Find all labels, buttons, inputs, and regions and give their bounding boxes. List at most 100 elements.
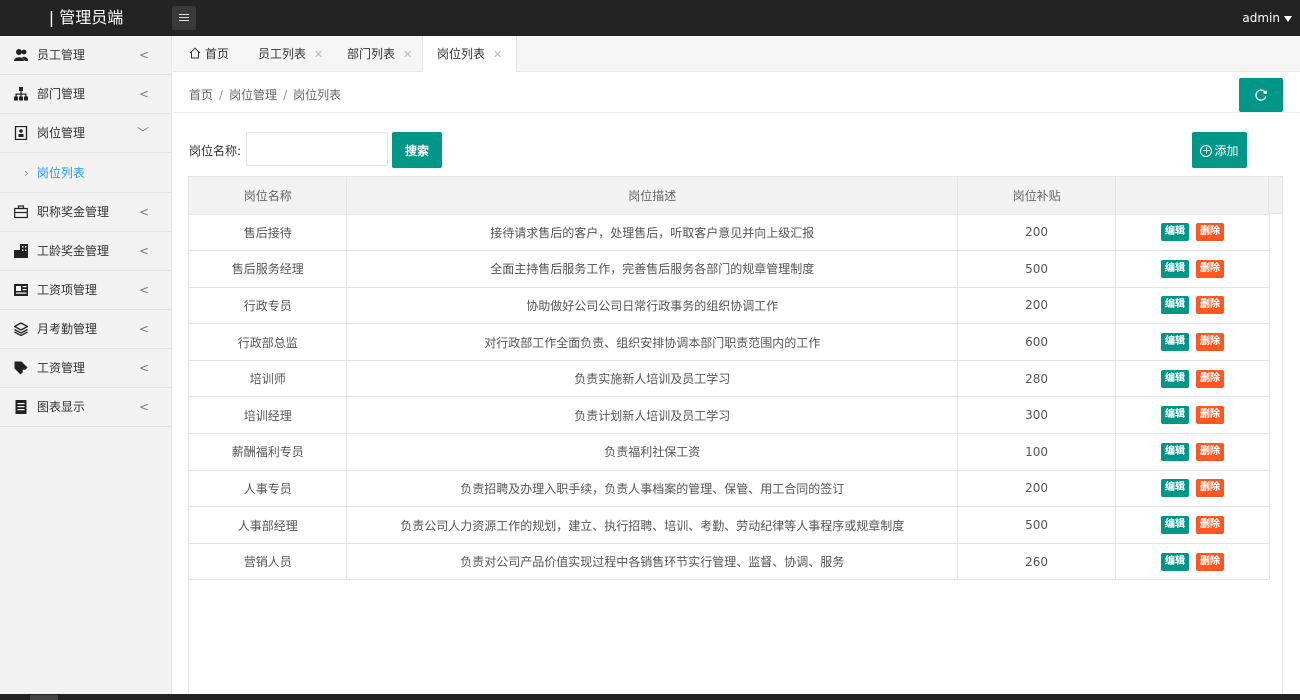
chevron-left-icon: < bbox=[138, 48, 149, 62]
edit-button[interactable]: 编辑 bbox=[1161, 552, 1190, 571]
users-icon bbox=[14, 48, 28, 61]
cell-position-desc: 负责实施新人培训及员工学习 bbox=[346, 360, 959, 398]
header-position-allowance: 岗位补贴 bbox=[957, 177, 1117, 215]
delete-button[interactable]: 删除 bbox=[1196, 552, 1225, 571]
cell-actions: 编辑 删除 bbox=[1115, 433, 1270, 471]
tab-label: 部门列表 bbox=[347, 47, 396, 61]
delete-button[interactable]: 删除 bbox=[1196, 333, 1225, 352]
chevron-left-icon: < bbox=[138, 322, 149, 336]
refresh-button[interactable] bbox=[1239, 78, 1283, 112]
tab-home[interactable]: 首页 bbox=[175, 36, 243, 72]
tab-label: 岗位列表 bbox=[437, 47, 486, 61]
edit-button[interactable]: 编辑 bbox=[1161, 479, 1190, 498]
cell-actions: 编辑 删除 bbox=[1115, 323, 1270, 361]
delete-button[interactable]: 删除 bbox=[1196, 479, 1225, 498]
edit-button[interactable]: 编辑 bbox=[1161, 333, 1190, 352]
edit-button[interactable]: 编辑 bbox=[1161, 369, 1190, 388]
id-card-icon bbox=[14, 125, 28, 140]
user-name: admin bbox=[1242, 11, 1280, 25]
sidebar-item-label: 工资项管理 bbox=[37, 283, 98, 297]
cell-position-desc: 接待请求售后的客户，处理售后，听取客户意见并向上级汇报 bbox=[346, 214, 959, 252]
tab-position-list[interactable]: 岗位列表 ✕ bbox=[422, 36, 518, 73]
sidebar-subitem-position-list[interactable]: › 岗位列表 bbox=[0, 153, 171, 193]
delete-button[interactable]: 删除 bbox=[1196, 296, 1225, 315]
chevron-left-icon: < bbox=[138, 244, 149, 258]
tab-bar: 首页 员工列表 ✕ 部门列表 ✕ 岗位列表 ✕ bbox=[173, 36, 1300, 73]
sidebar-item-label: 月考勤管理 bbox=[37, 322, 98, 336]
sidebar-item-employee[interactable]: 员工管理 < bbox=[0, 36, 171, 75]
cell-position-allowance: 500 bbox=[957, 250, 1117, 288]
chevron-down-icon: ﹀ bbox=[136, 126, 149, 140]
cell-position-allowance: 200 bbox=[957, 287, 1117, 325]
cell-actions: 编辑 删除 bbox=[1115, 396, 1270, 435]
close-icon[interactable]: ✕ bbox=[403, 48, 412, 61]
delete-button[interactable]: 删除 bbox=[1196, 516, 1225, 535]
edit-button[interactable]: 编辑 bbox=[1161, 516, 1190, 535]
sidebar-item-title-bonus[interactable]: 职称奖金管理 < bbox=[0, 193, 171, 232]
delete-button[interactable]: 删除 bbox=[1196, 442, 1225, 461]
sidebar-item-salary-items[interactable]: 工资项管理 < bbox=[0, 271, 171, 310]
breadcrumb-position-mgmt[interactable]: 岗位管理 bbox=[229, 88, 277, 102]
sidebar-item-charts[interactable]: 图表显示 < bbox=[0, 388, 171, 427]
edit-button[interactable]: 编辑 bbox=[1161, 296, 1190, 315]
cell-position-allowance: 200 bbox=[957, 470, 1117, 508]
cell-position-name: 薪酬福利专员 bbox=[189, 433, 348, 471]
delete-button[interactable]: 删除 bbox=[1196, 406, 1225, 425]
edit-button[interactable]: 编辑 bbox=[1161, 442, 1190, 461]
layers-icon bbox=[14, 321, 28, 336]
cell-actions: 编辑 删除 bbox=[1115, 470, 1270, 508]
search-button[interactable]: 搜索 bbox=[392, 132, 442, 168]
cell-position-allowance: 280 bbox=[957, 360, 1117, 398]
sidebar-item-salary[interactable]: 工资管理 < bbox=[0, 349, 171, 388]
sidebar-item-label: 工龄奖金管理 bbox=[37, 244, 110, 258]
chevron-left-icon: < bbox=[138, 400, 149, 414]
cell-position-allowance: 300 bbox=[957, 396, 1117, 435]
table-row: 人事专员 负责招聘及办理入职手续，负责人事档案的管理、保管、用工合同的签订 200 编… bbox=[189, 470, 1270, 508]
user-menu[interactable]: admin bbox=[1242, 0, 1292, 36]
delete-button[interactable]: 删除 bbox=[1196, 259, 1225, 278]
cell-position-name: 培训经理 bbox=[189, 396, 348, 435]
position-table: 岗位名称 岗位描述 岗位补贴 售后接待 接待请求售后的客户，处理售后，听取客户意见… bbox=[188, 176, 1283, 694]
close-icon[interactable]: ✕ bbox=[314, 48, 323, 61]
cell-position-name: 行政部总监 bbox=[189, 323, 348, 361]
position-name-input[interactable] bbox=[246, 132, 388, 166]
report-icon bbox=[15, 399, 27, 414]
table-row: 行政专员 协助做好公司公司日常行政事务的组织协调工作 200 编辑 删除 bbox=[189, 287, 1270, 325]
caret-down-icon bbox=[1284, 15, 1292, 22]
close-icon[interactable]: ✕ bbox=[493, 48, 502, 61]
cell-position-allowance: 200 bbox=[957, 214, 1117, 252]
add-button[interactable]: + 添加 bbox=[1192, 132, 1247, 168]
table-row: 售后服务经理 全面主持售后服务工作，完善售后服务各部门的规章管理制度 500 编辑 删除 bbox=[189, 250, 1270, 288]
cell-actions: 编辑 删除 bbox=[1115, 250, 1270, 288]
table-row: 营销人员 负责对公司产品价值实现过程中各销售环节实行管理、监督、协调、服务 260 编… bbox=[189, 543, 1270, 581]
header-actions bbox=[1115, 177, 1270, 215]
delete-button[interactable]: 删除 bbox=[1196, 369, 1225, 388]
sidebar-item-position[interactable]: 岗位管理 ﹀ bbox=[0, 114, 171, 153]
tab-label: 首页 bbox=[205, 47, 230, 61]
sidebar-item-label: 岗位管理 bbox=[37, 126, 86, 140]
cell-position-desc: 负责对公司产品价值实现过程中各销售环节实行管理、监督、协调、服务 bbox=[346, 543, 959, 581]
main-content: 首页 / 岗位管理 / 岗位列表 岗位名称: 搜索 + 添加 岗位名称 岗位描述 岗位补贴… bbox=[173, 72, 1300, 694]
chevron-left-icon: < bbox=[138, 283, 149, 297]
menu-toggle-button[interactable] bbox=[172, 6, 196, 30]
sidebar-item-attendance[interactable]: 月考勤管理 < bbox=[0, 310, 171, 349]
tab-employee-list[interactable]: 员工列表 ✕ bbox=[244, 36, 337, 72]
cell-position-desc: 负责公司人力资源工作的规划，建立、执行招聘、培训、考勤、劳动纪律等人事程序或规章… bbox=[346, 506, 959, 544]
edit-button[interactable]: 编辑 bbox=[1161, 223, 1190, 242]
tab-department-list[interactable]: 部门列表 ✕ bbox=[333, 36, 426, 72]
sidebar-item-department[interactable]: 部门管理 < bbox=[0, 75, 171, 114]
tab-label: 员工列表 bbox=[258, 47, 307, 61]
edit-button[interactable]: 编辑 bbox=[1161, 259, 1190, 278]
sidebar-item-seniority-bonus[interactable]: 工龄奖金管理 < bbox=[0, 232, 171, 271]
add-button-label: 添加 bbox=[1214, 143, 1239, 158]
cell-position-name: 行政专员 bbox=[189, 287, 348, 325]
sidebar-item-label: 员工管理 bbox=[37, 48, 86, 62]
table-row: 薪酬福利专员 负责福利社保工资 100 编辑 删除 bbox=[189, 433, 1270, 471]
delete-button[interactable]: 删除 bbox=[1196, 223, 1225, 242]
tag-icon bbox=[14, 361, 28, 374]
cell-position-desc: 对行政部工作全面负责、组织安排协调本部门职责范围内的工作 bbox=[346, 323, 959, 361]
edit-button[interactable]: 编辑 bbox=[1161, 406, 1190, 425]
breadcrumb-home[interactable]: 首页 bbox=[189, 88, 213, 102]
chevron-left-icon: < bbox=[138, 205, 149, 219]
table-header-row: 岗位名称 岗位描述 岗位补贴 bbox=[189, 177, 1270, 215]
